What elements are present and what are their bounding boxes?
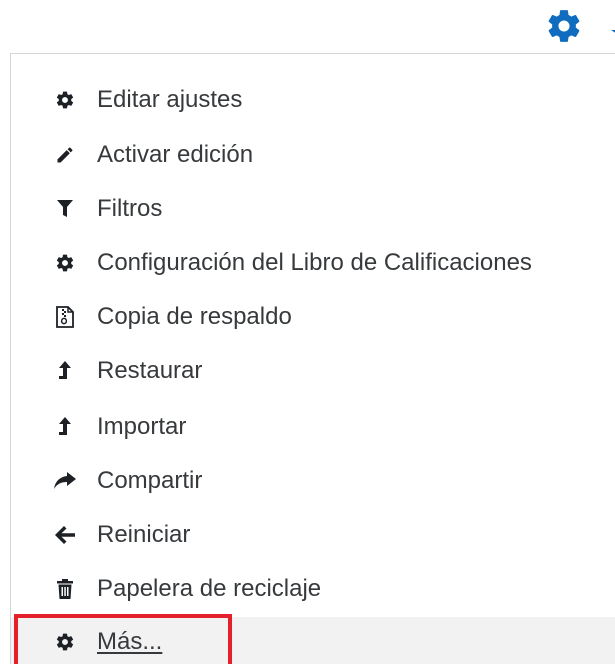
- file-archive-icon: [53, 305, 77, 329]
- menu-item-restaurar[interactable]: Restaurar: [11, 346, 615, 396]
- menu-item-copia-de-respaldo[interactable]: Copia de respaldo: [11, 292, 615, 342]
- gear-icon: [53, 251, 77, 275]
- filter-icon: [53, 197, 77, 221]
- menu-item-label: Más...: [97, 628, 163, 655]
- level-up-icon: [53, 415, 77, 439]
- trash-icon: [53, 577, 77, 601]
- menu-item-activar-edicion[interactable]: Activar edición: [11, 130, 615, 180]
- menu-item-label: Importar: [97, 413, 187, 440]
- menu-item-importar[interactable]: Importar: [11, 402, 615, 452]
- menu-item-papelera-de-reciclaje[interactable]: Papelera de reciclaje: [11, 564, 615, 614]
- menu-item-label: Restaurar: [97, 357, 203, 384]
- menu-item-label: Papelera de reciclaje: [97, 575, 322, 602]
- menu-item-filtros[interactable]: Filtros: [11, 184, 615, 234]
- menu-item-mas[interactable]: Más...: [11, 617, 615, 664]
- menu-item-label: Reiniciar: [97, 521, 191, 548]
- gear-icon: [53, 630, 77, 654]
- settings-menu-trigger[interactable]: [545, 8, 615, 44]
- menu-item-compartir[interactable]: Compartir: [11, 456, 615, 506]
- page: Editar ajustes Activar edición Filtros C…: [0, 0, 615, 664]
- menu-item-configuracion-libro-calificaciones[interactable]: Configuración del Libro de Calificacione…: [11, 238, 615, 288]
- menu-item-label: Activar edición: [97, 141, 254, 168]
- menu-item-editar-ajustes[interactable]: Editar ajustes: [11, 75, 615, 125]
- settings-dropdown-menu: Editar ajustes Activar edición Filtros C…: [10, 53, 615, 664]
- pencil-icon: [53, 143, 77, 167]
- caret-down-icon: [611, 30, 615, 33]
- level-up-icon: [53, 359, 77, 383]
- arrow-left-icon: [53, 523, 77, 547]
- gear-icon: [548, 10, 580, 42]
- menu-item-label: Filtros: [97, 195, 163, 222]
- menu-item-label: Compartir: [97, 467, 203, 494]
- menu-item-label: Editar ajustes: [97, 86, 243, 113]
- share-icon: [53, 469, 77, 493]
- menu-item-label: Copia de respaldo: [97, 303, 292, 330]
- menu-item-reiniciar[interactable]: Reiniciar: [11, 510, 615, 560]
- gear-icon: [53, 88, 77, 112]
- menu-item-label: Configuración del Libro de Calificacione…: [97, 249, 532, 276]
